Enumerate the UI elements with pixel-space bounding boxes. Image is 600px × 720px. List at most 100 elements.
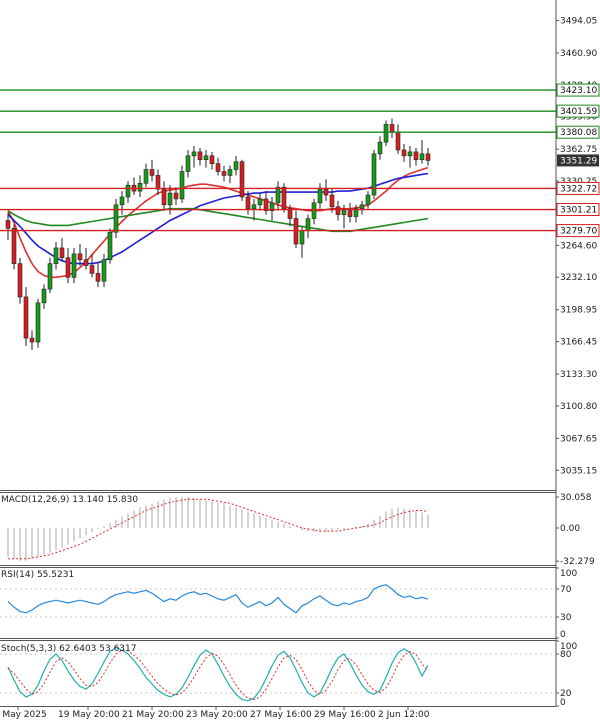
macd-tick-label: 30.058 (560, 493, 592, 503)
candle-body (101, 259, 107, 282)
candle-body (167, 192, 173, 206)
level-tag-label: 3301.21 (560, 206, 597, 216)
candle-body (59, 247, 65, 259)
price-tick-label: 3035.15 (560, 466, 597, 476)
candle-body (359, 204, 365, 210)
candle-body (35, 302, 41, 343)
candle-body (185, 155, 191, 172)
macd-tick-label: -32.279 (560, 557, 595, 567)
candle-body (197, 151, 203, 161)
candle-body (233, 161, 239, 170)
chart-background (0, 0, 600, 720)
candle-body (227, 169, 233, 176)
price-tick-label: 3264.60 (560, 241, 597, 251)
candle-body (281, 186, 287, 210)
level-tag-label: 3401.59 (560, 107, 597, 117)
price-tick-label: 3100.80 (560, 402, 597, 412)
candle-body (161, 188, 167, 206)
price-tick-label: 3198.95 (560, 306, 597, 316)
candle-body (413, 151, 419, 161)
candle-body (125, 184, 131, 198)
time-tick-label: 19 May 20:00 (58, 710, 120, 720)
candle-body (143, 169, 149, 184)
candle-body (155, 175, 161, 190)
rsi-tick-label: 100 (560, 569, 577, 579)
candle-body (107, 231, 113, 260)
candle-body (203, 155, 209, 161)
stoch-label: Stoch(5,3,3) 62.6403 53.6317 (1, 644, 136, 654)
candle-body (137, 182, 143, 192)
current-price-label: 3351.29 (560, 156, 597, 166)
candle-body (311, 202, 317, 219)
time-tick-label: 23 May 20:00 (186, 710, 248, 720)
candle-body (95, 273, 101, 282)
candle-body (11, 228, 17, 264)
level-tag-label: 3423.10 (560, 86, 597, 96)
candle-body (377, 141, 383, 155)
candle-body (65, 257, 71, 278)
candle-body (71, 253, 77, 278)
price-tick-label: 3362.75 (560, 145, 597, 155)
candle-body (239, 161, 245, 198)
candle-body (317, 188, 323, 204)
candle-body (221, 171, 227, 176)
candle-body (83, 259, 89, 266)
stoch-tick-label: 0 (560, 698, 566, 708)
rsi-label: RSI(14) 55.5231 (1, 570, 74, 580)
candle-body (149, 169, 155, 176)
candle-body (53, 247, 59, 264)
price-tick-label: 3460.90 (560, 49, 597, 59)
candle-body (179, 171, 185, 200)
candle-body (347, 210, 353, 217)
candle-body (17, 263, 23, 298)
price-tick-label: 3166.45 (560, 338, 597, 348)
candle-body (341, 210, 347, 215)
candle-body (41, 288, 47, 304)
time-tick-label: 29 May 16:00 (314, 710, 376, 720)
price-tick-label: 3133.30 (560, 370, 597, 380)
rsi-tick-label: 70 (560, 585, 572, 595)
stoch-tick-label: 80 (560, 650, 572, 660)
candle-body (257, 198, 263, 206)
price-tick-label: 3232.10 (560, 273, 597, 283)
candle-body (47, 263, 53, 290)
current-price-marker: 3351.29 (557, 154, 599, 167)
candle-body (29, 337, 35, 343)
candle-body (245, 196, 251, 210)
time-tick-label: 21 May 20:00 (122, 710, 184, 720)
rsi-tick-label: 0 (560, 630, 566, 640)
level-tag-label: 3279.70 (560, 227, 597, 237)
candle-body (329, 194, 335, 208)
candle-body (89, 265, 95, 274)
candle-body (425, 153, 431, 161)
candle-body (215, 163, 221, 172)
macd-label: MACD(12,26,9) 13.140 15.830 (1, 495, 138, 505)
candle-body (23, 296, 29, 339)
candle-body (5, 220, 11, 229)
candle-body (305, 218, 311, 231)
price-tick-label: 3067.65 (560, 434, 597, 444)
time-tick-label: 2 Jun 12:00 (378, 710, 430, 720)
candle-body (407, 151, 413, 157)
price-tick-label: 3494.05 (560, 17, 597, 27)
time-tick-label: 16 May 2025 (0, 710, 47, 720)
candle-body (77, 253, 83, 261)
time-tick-label: 27 May 16:00 (250, 710, 312, 720)
candle-body (389, 124, 395, 133)
candle-body (173, 192, 179, 200)
level-tag-label: 3322.72 (560, 184, 597, 194)
candle-body (395, 132, 401, 151)
macd-tick-label: 0.00 (560, 524, 580, 534)
candle-body (209, 155, 215, 164)
candle-body (365, 194, 371, 206)
candle-body (323, 188, 329, 196)
rsi-tick-label: 30 (560, 613, 572, 623)
candle-body (335, 206, 341, 215)
candle-body (191, 151, 197, 157)
candle-body (419, 153, 425, 161)
candle-body (383, 124, 389, 143)
candle-body (401, 149, 407, 157)
chart: 3494.053460.903428.403395.903362.753330.… (0, 0, 600, 720)
candle-body (119, 196, 125, 206)
level-tag-label: 3380.08 (560, 128, 597, 138)
